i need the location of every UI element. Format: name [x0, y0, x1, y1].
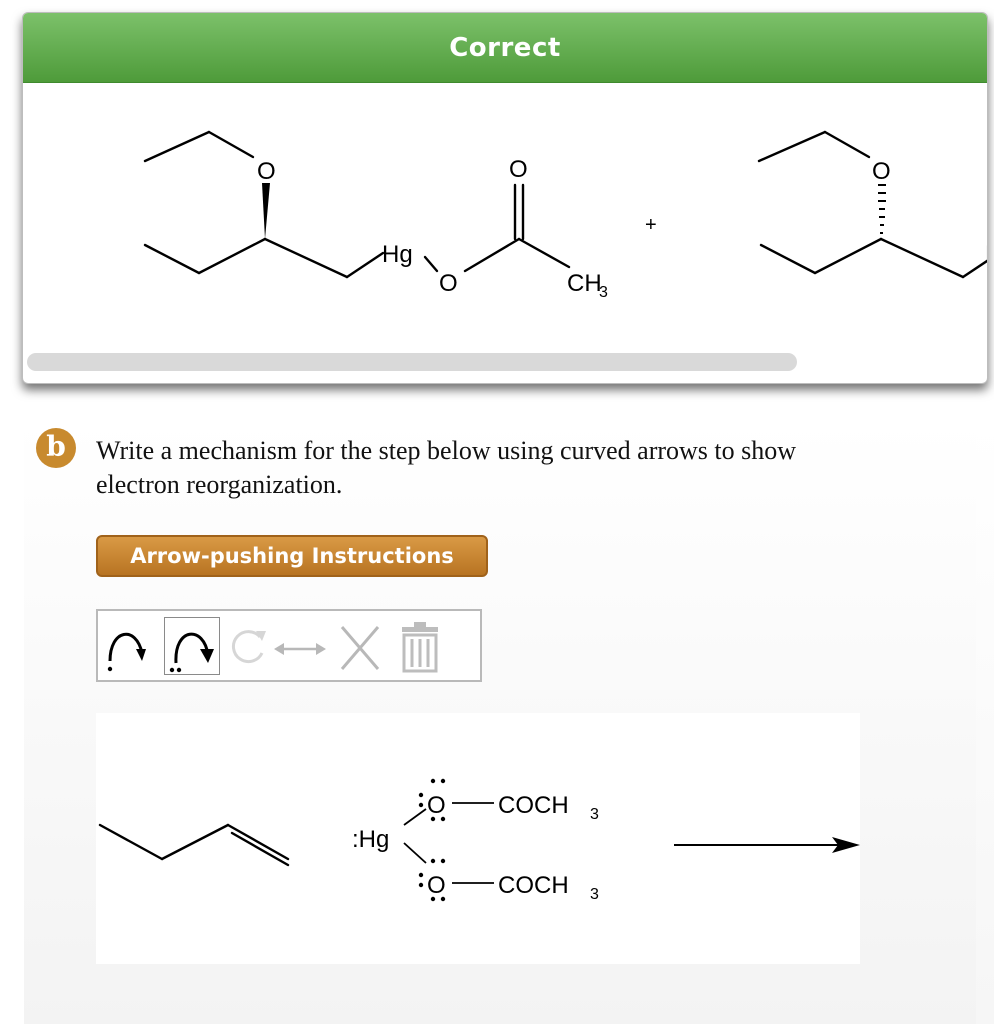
methyl-subscript: 3: [599, 284, 608, 299]
feedback-header: Correct: [23, 13, 987, 83]
single-electron-arrow-icon: [107, 633, 146, 672]
arrow-pushing-instructions-button[interactable]: Arrow-pushing Instructions: [96, 535, 488, 577]
question-line-1: Write a mechanism for the step below usi…: [96, 436, 797, 465]
lone-pair-dot: [430, 896, 436, 902]
question-line-2: electron reorganization.: [96, 470, 343, 499]
question-text: Write a mechanism for the step below usi…: [96, 434, 956, 502]
wedge-bond: [262, 183, 270, 239]
upper-oxygen-label: O: [427, 792, 446, 819]
lone-pair-dot: [418, 872, 424, 878]
lower-acetyl-subscript: 3: [590, 886, 599, 903]
oxygen-label-3: O: [509, 156, 528, 183]
lone-pair-dot: [418, 882, 424, 888]
lone-pair-dot: [430, 858, 436, 864]
methyl-label: CH: [567, 270, 602, 297]
oxygen-label-1: O: [257, 158, 276, 185]
lower-oxygen-label: O: [427, 872, 446, 899]
resonance-arrow-icon: [274, 643, 326, 655]
redo-icon: [232, 630, 266, 664]
lone-pair-dot: [418, 792, 424, 798]
alkene-structure: [98, 823, 290, 867]
lone-pair-dot: [430, 778, 436, 784]
page-left-margin: [0, 0, 24, 1024]
lower-acetyl-label: COCH: [498, 872, 569, 899]
plus-sign: +: [645, 214, 657, 236]
truncated-h-label: H: [985, 241, 988, 268]
arrow-toolbar: [96, 609, 482, 682]
lone-pair-dot: [430, 816, 436, 822]
single-electron-arrow-tool[interactable]: [100, 617, 156, 675]
product-structures: O Hg O O CH 3 + O: [137, 127, 988, 301]
feedback-title: Correct: [449, 32, 561, 63]
horizontal-scrollbar[interactable]: [27, 353, 797, 371]
trash-icon: [402, 622, 438, 673]
resonance-arrow-tool[interactable]: [270, 617, 330, 675]
delete-x-icon: [340, 626, 380, 670]
reaction-scheme: :Hg O COCH 3 O COCH 3: [98, 778, 860, 903]
hashed-wedge-bond: [878, 184, 886, 234]
upper-acetyl-subscript: 3: [590, 806, 599, 823]
lone-pair-dot: [418, 802, 424, 808]
mercury-label: Hg: [382, 241, 413, 268]
organomercurial-structure: [143, 130, 571, 279]
upper-acetyl-label: COCH: [498, 792, 569, 819]
electron-pair-arrow-icon: [169, 632, 214, 673]
delete-tool[interactable]: [330, 617, 390, 675]
second-product-structure: [757, 130, 987, 279]
mercury-label: :Hg: [352, 826, 389, 853]
clear-all-tool[interactable]: [390, 617, 450, 675]
mechanism-drawing-area[interactable]: :Hg O COCH 3 O COCH 3: [96, 713, 860, 964]
mercury-oxygen-bonds: [403, 802, 494, 884]
lone-pair-dot: [440, 858, 446, 864]
lone-pair-dot: [440, 896, 446, 902]
oxygen-label-2: O: [439, 270, 458, 297]
part-b-badge: b: [36, 428, 76, 468]
oxygen-label-4: O: [872, 158, 891, 185]
lone-pair-dot: [440, 816, 446, 822]
redo-tool[interactable]: [226, 617, 270, 675]
electron-pair-arrow-tool[interactable]: [164, 617, 220, 675]
lone-pair-dot: [440, 778, 446, 784]
feedback-panel: Correct O Hg O O CH 3 + O: [22, 12, 988, 384]
product-structure-drawing: O Hg O O CH 3 + O: [143, 130, 988, 301]
